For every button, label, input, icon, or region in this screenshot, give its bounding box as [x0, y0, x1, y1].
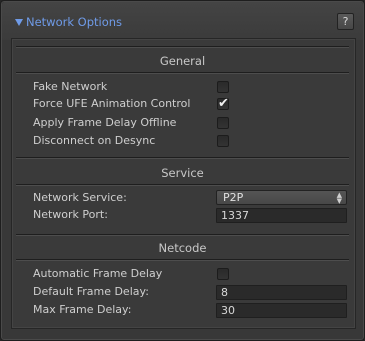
fake-network-label: Fake Network	[33, 80, 108, 93]
default-frame-delay-label: Default Frame Delay:	[33, 285, 149, 298]
apply-frame-delay-offline-checkbox[interactable]	[217, 117, 229, 129]
network-service-dropdown[interactable]: P2P ▲ ▼	[216, 190, 347, 205]
max-frame-delay-field[interactable]: 30	[216, 303, 347, 318]
foldout-expanded-icon	[15, 19, 23, 26]
dropdown-arrows-icon: ▲ ▼	[336, 190, 342, 205]
section-divider	[16, 234, 349, 236]
automatic-frame-delay-label: Automatic Frame Delay	[33, 267, 163, 280]
help-button[interactable]: ?	[337, 13, 354, 30]
section-divider	[16, 184, 349, 186]
fake-network-checkbox[interactable]	[217, 81, 229, 93]
force-ufe-animation-control-checkbox[interactable]: ✔	[217, 96, 229, 111]
section-divider	[16, 46, 349, 48]
network-service-label: Network Service:	[33, 191, 127, 204]
section-title-service: Service	[161, 166, 204, 180]
disconnect-on-desync-checkbox[interactable]	[217, 135, 229, 147]
network-port-label: Network Port:	[33, 208, 108, 221]
apply-frame-delay-offline-label: Apply Frame Delay Offline	[33, 116, 177, 129]
section-divider	[16, 259, 349, 261]
automatic-frame-delay-checkbox[interactable]	[217, 268, 229, 280]
network-service-value: P2P	[223, 191, 244, 204]
max-frame-delay-label: Max Frame Delay:	[33, 303, 132, 316]
section-title-netcode: Netcode	[158, 241, 207, 255]
network-options-foldout[interactable]: Network Options	[15, 15, 122, 29]
default-frame-delay-field[interactable]: 8	[216, 285, 347, 300]
panel-title: Network Options	[26, 15, 123, 29]
force-ufe-animation-control-label: Force UFE Animation Control	[33, 97, 191, 110]
section-divider	[16, 72, 349, 74]
network-port-field[interactable]: 1337	[216, 208, 347, 223]
section-title-general: General	[159, 54, 206, 68]
panel-header: Network Options ?	[2, 2, 363, 40]
checkmark-icon: ✔	[218, 96, 229, 111]
section-divider	[16, 157, 349, 159]
disconnect-on-desync-label: Disconnect on Desync	[33, 134, 156, 147]
